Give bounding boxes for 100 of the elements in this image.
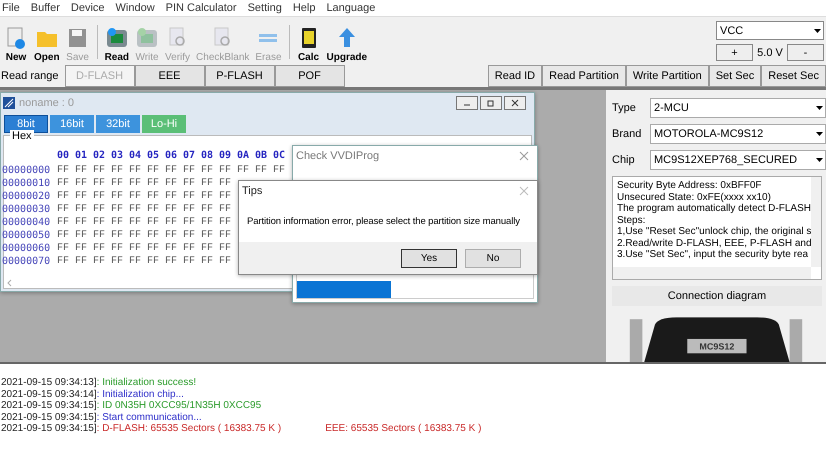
- hex-cell-text: FF: [129, 243, 142, 254]
- hex-cell-text: FF: [183, 230, 196, 241]
- hex-cell-text: FF: [183, 191, 196, 202]
- close-icon[interactable]: [519, 151, 529, 161]
- action-button[interactable]: Read ID: [488, 65, 542, 87]
- hex-cell-text: FF: [93, 217, 106, 228]
- field-label: Chip: [612, 154, 636, 166]
- increase-button[interactable]: +: [716, 44, 753, 61]
- hex-cell-text: FF: [111, 230, 124, 241]
- hex-cell-text: FF: [219, 204, 232, 215]
- column-header: 0C: [273, 150, 286, 160]
- log-message: : ID 0N35H 0XCC95/1N35H 0XCC95: [96, 400, 262, 412]
- dialog-button[interactable]: Yes: [401, 248, 457, 268]
- log-message: : D-FLASH: 65535 Sectors ( 16383.75 K ): [96, 423, 282, 434]
- hex-cell-text: FF: [147, 256, 160, 267]
- scroll-left-icon[interactable]: [7, 279, 12, 287]
- action-button[interactable]: Write Partition: [626, 65, 709, 87]
- hex-cell-text: FF: [219, 230, 232, 241]
- vcc-dropdown[interactable]: VCC: [716, 21, 824, 40]
- group-label: Hex: [10, 130, 34, 142]
- hex-cell-text: FF: [201, 243, 214, 254]
- hex-cell-text: FF: [57, 204, 70, 215]
- hex-cell-text: FF: [201, 230, 214, 241]
- menu-item[interactable]: File: [2, 2, 20, 14]
- hex-cell-text: FF: [57, 191, 70, 202]
- hex-cell-text: FF: [219, 243, 232, 254]
- hex-cell-text: FF: [255, 165, 268, 176]
- column-header: 05: [147, 150, 160, 160]
- column-header: 0B: [255, 150, 268, 160]
- hex-cell-text: FF: [75, 256, 88, 267]
- voltage-value: 5.0 V: [756, 46, 784, 58]
- hex-cell-text: FF: [75, 204, 88, 215]
- toolbar-button[interactable]: New: [2, 26, 30, 63]
- hex-cell-text: FF: [165, 165, 178, 176]
- vertical-scrollbar[interactable]: [811, 177, 821, 267]
- menu-item[interactable]: Setting: [248, 2, 282, 14]
- info-line: 2.Read/write D-FLASH, EEE, P-FLASH and: [617, 238, 813, 249]
- hex-cell-text: FF: [57, 230, 70, 241]
- hex-cell-text: FF: [147, 217, 160, 228]
- action-button[interactable]: Read Partition: [542, 65, 626, 87]
- column-header: 03: [111, 150, 124, 160]
- horizontal-scrollbar[interactable]: [613, 266, 811, 279]
- chip-dropdown[interactable]: 2-MCU: [650, 98, 826, 118]
- column-header: 08: [201, 150, 214, 160]
- action-button[interactable]: Set Sec: [708, 65, 762, 87]
- hex-cell-text: FF: [57, 217, 70, 228]
- hex-cell-text: FF: [93, 230, 106, 241]
- hex-cell-text: FF: [75, 178, 88, 189]
- range-tab[interactable]: EEE: [134, 65, 204, 87]
- range-tab[interactable]: P-FLASH: [204, 65, 274, 87]
- hex-cell-text: FF: [75, 230, 88, 241]
- hex-cell-text: FF: [129, 217, 142, 228]
- chip-dropdown[interactable]: MC9S12XEP768_SECURED: [650, 150, 826, 170]
- restore-icon: [487, 99, 495, 107]
- minimize-button[interactable]: [456, 96, 478, 110]
- info-line: Unsecured State: 0xFE(xxxx xx10): [617, 192, 772, 203]
- menu-item[interactable]: Device: [70, 2, 105, 14]
- toolbar-button[interactable]: Upgrade: [324, 26, 370, 63]
- hex-cell-text: FF: [219, 191, 232, 202]
- hex-cell-text: FF: [93, 178, 106, 189]
- menu-item[interactable]: Buffer: [30, 2, 60, 14]
- restore-button[interactable]: [480, 96, 502, 110]
- menu-item[interactable]: Window: [116, 2, 155, 14]
- address-cell-text: 00000050: [2, 230, 52, 241]
- action-button[interactable]: Reset Sec: [761, 65, 826, 87]
- range-tab[interactable]: POF: [274, 65, 344, 87]
- connection-diagram-button[interactable]: Connection diagram: [612, 286, 822, 306]
- decrease-button[interactable]: -: [787, 44, 824, 61]
- hex-cell-text: FF: [165, 178, 178, 189]
- chip-reader-icon: [135, 26, 160, 50]
- info-line: Steps:: [617, 214, 646, 226]
- toolbar-button[interactable]: Read: [102, 26, 132, 63]
- caret-icon: [814, 28, 821, 32]
- chip-dropdown[interactable]: MOTOROLA-MC9S12: [650, 124, 826, 144]
- toolbar-button[interactable]: Open: [32, 26, 62, 63]
- menu-item[interactable]: Help: [292, 2, 316, 14]
- hex-cell-text: FF: [237, 165, 250, 176]
- hex-cell-text: FF: [111, 243, 124, 254]
- hex-cell-text: FF: [129, 178, 142, 189]
- dialog-button[interactable]: No: [465, 248, 521, 268]
- hex-cell-text: FF: [129, 165, 142, 176]
- menu-item[interactable]: Language: [326, 2, 376, 14]
- column-header: 09: [219, 150, 232, 160]
- close-icon[interactable]: [519, 186, 529, 196]
- hex-cell-text: FF: [147, 204, 160, 215]
- field-label: Brand: [612, 128, 642, 140]
- hex-cell-text: FF: [75, 165, 88, 176]
- hex-cell-text: FF: [93, 204, 106, 215]
- close-button[interactable]: [504, 96, 526, 110]
- hex-cell-text: FF: [147, 243, 160, 254]
- hex-cell-text: FF: [165, 217, 178, 228]
- log-time: 2021-09-15 09:34:15]: [1, 400, 97, 412]
- chip-reader-icon: [104, 26, 129, 50]
- log-time: 2021-09-15 09:34:15]: [1, 412, 97, 423]
- toolbar-button[interactable]: Calc: [294, 26, 323, 63]
- hex-cell-text: FF: [201, 191, 214, 202]
- hex-cell-text: FF: [75, 217, 88, 228]
- menu-item[interactable]: PIN Calculator: [166, 2, 237, 14]
- hex-cell-text: FF: [183, 165, 196, 176]
- log-message: : Initialization chip...: [96, 388, 184, 400]
